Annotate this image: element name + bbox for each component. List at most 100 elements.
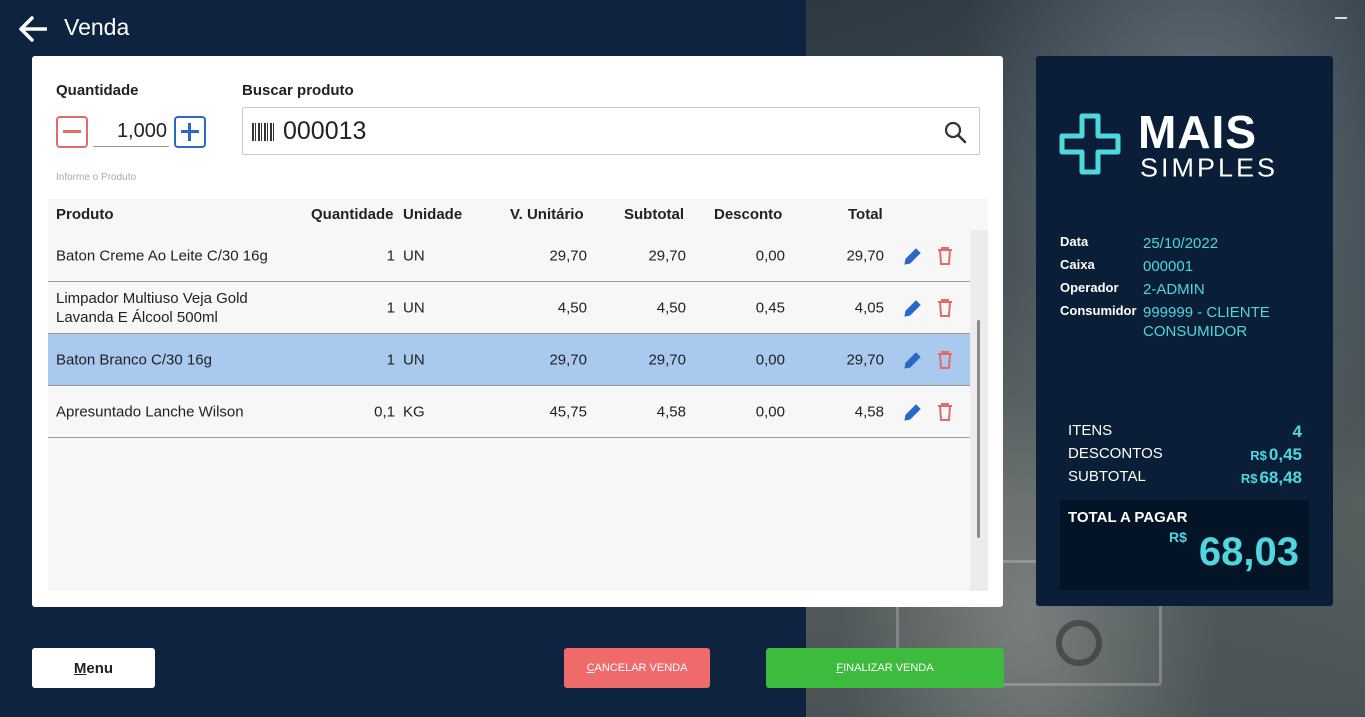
search-label: Buscar produto [242, 82, 354, 99]
menu-button-label: Menu [73, 659, 114, 677]
descontos-value: R$ 0,45 [1250, 445, 1302, 465]
cell-desconto: 0,45 [755, 299, 785, 316]
search-box [242, 107, 980, 155]
quantity-label: Quantidade [56, 82, 139, 99]
cancel-sale-label: CANCELAR VENDA [586, 662, 688, 674]
quantity-decrease-button[interactable] [56, 116, 88, 148]
cell-unitario: 29,70 [549, 351, 587, 368]
search-icon[interactable] [943, 120, 967, 144]
cell-quantidade: 1 [386, 247, 395, 264]
cell-unitario: 29,70 [549, 247, 587, 264]
logo-text-mais: MAIS [1138, 106, 1257, 158]
info-row-caixa: Caixa 000001 [1060, 257, 1320, 280]
total-to-pay-label: TOTAL A PAGAR [1068, 509, 1188, 526]
cell-unidade: UN [403, 351, 425, 368]
trash-icon[interactable] [936, 402, 954, 422]
itens-label: ITENS [1068, 422, 1113, 439]
cell-total: 29,70 [846, 247, 884, 264]
search-input[interactable] [283, 114, 923, 148]
scrollbar-thumb[interactable] [977, 320, 980, 538]
brand-logo: MAIS SIMPLES [1058, 106, 1318, 186]
pencil-icon[interactable] [903, 350, 923, 370]
summary-panel: MAIS SIMPLES Data 25/10/2022 Caixa 00000… [1036, 56, 1333, 606]
sale-info: Data 25/10/2022 Caixa 000001 Operador 2-… [1060, 234, 1320, 340]
info-value: 000001 [1143, 258, 1194, 275]
cell-desconto: 0,00 [755, 351, 785, 368]
currency-symbol: R$ [1250, 448, 1267, 463]
cell-quantidade: 0,1 [374, 403, 395, 420]
minimize-window-button[interactable] [1335, 17, 1347, 19]
barcode-icon [252, 123, 276, 141]
table-header: Produto Quantidade Unidade V. Unitário S… [48, 199, 970, 230]
back-button[interactable] [18, 14, 48, 44]
cell-desconto: 0,00 [755, 403, 785, 420]
table-row[interactable]: Apresuntado Lanche Wilson 0,1 KG 45,75 4… [48, 386, 970, 438]
cell-subtotal: 29,70 [648, 351, 686, 368]
currency-symbol: R$ [1169, 529, 1187, 545]
info-label: Data [1060, 234, 1089, 249]
cell-subtotal: 4,58 [656, 403, 686, 420]
cell-produto: Limpador Multiuso Veja Gold Lavanda E Ál… [56, 289, 248, 326]
sale-panel: Quantidade Informe o Produto Buscar prod… [32, 56, 1003, 607]
info-value: 999999 - CLIENTE CONSUMIDOR [1143, 304, 1270, 340]
info-label: Operador [1060, 280, 1119, 295]
cell-unitario: 4,50 [557, 299, 587, 316]
arrow-left-icon [19, 16, 47, 42]
trash-icon[interactable] [936, 350, 954, 370]
pencil-icon[interactable] [903, 402, 923, 422]
page-title: Venda [64, 14, 130, 40]
column-header-unidade: Unidade [403, 206, 463, 223]
info-row-consumidor: Consumidor 999999 - CLIENTE CONSUMIDOR [1060, 303, 1320, 340]
table-row[interactable]: Limpador Multiuso Veja Gold Lavanda E Ál… [48, 282, 970, 334]
total-row-subtotal: SUBTOTAL R$ 68,48 [1068, 468, 1302, 491]
table-body: Baton Creme Ao Leite C/30 16g 1 UN 29,70… [48, 230, 970, 438]
descontos-label: DESCONTOS [1068, 445, 1163, 462]
cell-produto: Apresuntado Lanche Wilson [56, 403, 244, 420]
menu-button[interactable]: Menu [32, 648, 155, 688]
search-hint: Informe o Produto [56, 172, 137, 183]
column-header-unitario: V. Unitário [510, 206, 584, 223]
info-row-data: Data 25/10/2022 [1060, 234, 1320, 257]
column-header-subtotal: Subtotal [624, 206, 684, 223]
cell-subtotal: 29,70 [648, 247, 686, 264]
finish-sale-label: FINALIZAR VENDA [836, 662, 934, 674]
logo-text-simples: SIMPLES [1140, 153, 1279, 183]
total-to-pay-value: 68,03 [1198, 530, 1299, 574]
column-header-produto: Produto [56, 206, 114, 223]
cell-quantidade: 1 [386, 351, 395, 368]
total-row-descontos: DESCONTOS R$ 0,45 [1068, 445, 1302, 468]
trash-icon[interactable] [936, 246, 954, 266]
cell-unidade: UN [403, 299, 425, 316]
table-scrollbar[interactable] [970, 230, 988, 591]
quantity-increase-button[interactable] [174, 116, 206, 148]
subtotal-amount: 68,48 [1259, 468, 1302, 487]
table-row[interactable]: Baton Creme Ao Leite C/30 16g 1 UN 29,70… [48, 230, 970, 282]
column-header-quantidade: Quantidade [311, 206, 394, 223]
pencil-icon[interactable] [903, 298, 923, 318]
quantity-input[interactable] [93, 116, 169, 147]
info-value: 25/10/2022 [1143, 235, 1219, 252]
descontos-amount: 0,45 [1268, 445, 1302, 464]
currency-symbol: R$ [1240, 471, 1258, 486]
total-to-pay-box: TOTAL A PAGAR R$ 68,03 [1060, 500, 1309, 590]
products-table: Produto Quantidade Unidade V. Unitário S… [48, 199, 988, 591]
cell-unidade: KG [403, 403, 425, 420]
column-header-total: Total [848, 206, 883, 223]
cell-unitario: 45,75 [549, 403, 587, 420]
cancel-sale-button[interactable]: CANCELAR VENDA [564, 648, 710, 688]
trash-icon[interactable] [936, 298, 954, 318]
cell-total: 29,70 [846, 351, 884, 368]
column-header-desconto: Desconto [714, 206, 783, 223]
header: Venda [0, 0, 806, 56]
finish-sale-button[interactable]: FINALIZAR VENDA [766, 648, 1004, 688]
table-row-selected[interactable]: Baton Branco C/30 16g 1 UN 29,70 29,70 0… [48, 334, 970, 386]
pencil-icon[interactable] [903, 246, 923, 266]
itens-value: 4 [1292, 422, 1302, 441]
cell-total: 4,58 [854, 403, 884, 420]
cell-quantidade: 1 [386, 299, 395, 316]
medical-cross-icon [1059, 113, 1121, 175]
total-row-itens: ITENS 4 [1068, 422, 1302, 445]
info-label: Caixa [1060, 257, 1095, 272]
cell-unidade: UN [403, 247, 425, 264]
totals: ITENS 4 DESCONTOS R$ 0,45 SUBTOTAL R$ 68,4… [1068, 422, 1302, 491]
